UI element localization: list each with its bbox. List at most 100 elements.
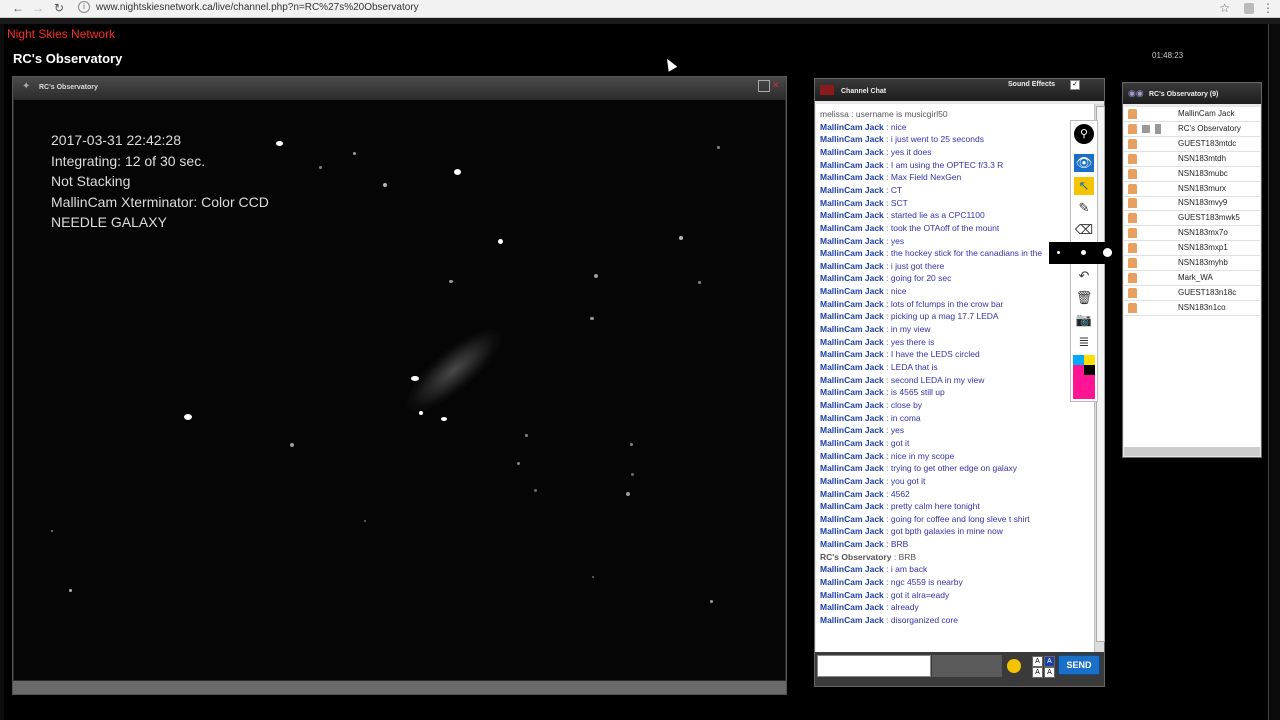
font-color-icon[interactable]: A — [1044, 656, 1055, 667]
user-list-item[interactable]: NSN183myhb — [1124, 256, 1260, 271]
popout-icon[interactable]: ✕ — [772, 80, 780, 90]
user-avatar-icon — [1128, 123, 1137, 134]
send-button[interactable]: SEND — [1058, 655, 1100, 675]
extension-icon[interactable] — [1244, 3, 1254, 14]
chat-username[interactable]: MallinCam Jack — [820, 134, 884, 144]
chat-username[interactable]: MallinCam Jack — [820, 299, 884, 309]
chat-username[interactable]: MallinCam Jack — [820, 577, 884, 587]
chat-username[interactable]: MallinCam Jack — [820, 147, 884, 157]
chat-username[interactable]: MallinCam Jack — [820, 248, 884, 258]
chat-username[interactable]: RC's Observatory — [820, 552, 891, 562]
eye-icon[interactable]: 👁 — [1074, 154, 1094, 172]
reload-icon[interactable]: ↻ — [51, 1, 67, 16]
chat-username[interactable]: MallinCam Jack — [820, 236, 884, 246]
user-list-item[interactable]: NSN183mvy9 — [1124, 196, 1260, 212]
current-color-swatch[interactable] — [1073, 375, 1095, 399]
chat-username[interactable]: MallinCam Jack — [820, 261, 884, 271]
chat-username[interactable]: MallinCam Jack — [820, 539, 884, 549]
chat-text: CT — [890, 184, 903, 195]
chat-username[interactable]: MallinCam Jack — [820, 400, 884, 410]
site-logo-text[interactable]: Night Skies Network — [7, 27, 115, 41]
brush-size-2[interactable] — [1081, 250, 1086, 255]
chat-username[interactable]: MallinCam Jack — [820, 476, 884, 486]
chat-username[interactable]: MallinCam Jack — [820, 602, 884, 612]
font-size-down-icon[interactable]: A — [1044, 667, 1055, 678]
chat-username[interactable]: MallinCam Jack — [820, 172, 884, 182]
font-size-up-icon[interactable]: A — [1032, 667, 1043, 678]
chat-username[interactable]: MallinCam Jack — [820, 451, 884, 461]
browser-menu-icon[interactable]: ⋮ — [1262, 1, 1274, 16]
chat-username[interactable]: MallinCam Jack — [820, 198, 884, 208]
chat-username[interactable]: MallinCam Jack — [820, 615, 884, 625]
page-scrollbar[interactable] — [1268, 24, 1280, 720]
color-swatch-magenta[interactable] — [1073, 365, 1084, 375]
video-stream[interactable]: 2017-03-31 22:42:28 Integrating: 12 of 3… — [14, 100, 785, 680]
address-bar[interactable]: i www.nightskiesnetwork.ca/live/channel.p… — [78, 1, 1228, 15]
chat-username[interactable]: MallinCam Jack — [820, 210, 884, 220]
chat-username[interactable]: melissa — [820, 109, 849, 119]
chat-input-bar: A A A A SEND — [815, 652, 1104, 686]
user-list-item[interactable]: NSN183mtdh — [1124, 152, 1260, 167]
chat-message: MallinCam Jack : is 4565 still up — [820, 386, 945, 398]
chat-username[interactable]: MallinCam Jack — [820, 223, 884, 233]
chat-username[interactable]: MallinCam Jack — [820, 501, 884, 511]
undo-icon[interactable]: ↶ — [1074, 267, 1094, 285]
user-list-item[interactable]: GUEST183mtdc — [1124, 137, 1260, 152]
info-icon[interactable]: i — [78, 1, 90, 14]
chat-username[interactable]: MallinCam Jack — [820, 122, 884, 132]
chat-username[interactable]: MallinCam Jack — [820, 375, 884, 385]
user-list-item[interactable]: NSN183mx7o — [1124, 226, 1260, 242]
chat-username[interactable]: MallinCam Jack — [820, 311, 884, 321]
user-list-item[interactable]: GUEST183n18c — [1124, 286, 1260, 301]
chat-username[interactable]: MallinCam Jack — [820, 324, 884, 334]
chat-username[interactable]: MallinCam Jack — [820, 273, 884, 283]
emoji-icon[interactable] — [1007, 659, 1021, 673]
trash-icon[interactable]: 🗑 — [1074, 289, 1094, 307]
chat-username[interactable]: MallinCam Jack — [820, 349, 884, 359]
chat-username[interactable]: MallinCam Jack — [820, 362, 884, 372]
sound-effects-checkbox[interactable]: ✓ — [1070, 80, 1080, 90]
chat-username[interactable]: MallinCam Jack — [820, 337, 884, 347]
user-list-item[interactable]: NSN183murx — [1124, 182, 1260, 197]
chat-username[interactable]: MallinCam Jack — [820, 413, 884, 423]
chat-message: MallinCam Jack : got it — [820, 437, 909, 449]
chat-username[interactable]: MallinCam Jack — [820, 286, 884, 296]
notes-icon[interactable]: ≣ — [1074, 333, 1094, 351]
user-list-item[interactable]: Mark_WA — [1124, 271, 1260, 286]
user-list-item[interactable]: MallinCam Jack — [1124, 107, 1260, 122]
pin-logo-icon[interactable]: ⚲ — [1074, 124, 1094, 144]
color-swatch-yellow[interactable] — [1084, 355, 1095, 365]
chat-username[interactable]: MallinCam Jack — [820, 387, 884, 397]
bookmark-star-icon[interactable]: ☆ — [1219, 1, 1230, 16]
user-list-item[interactable]: NSN183mxp1 — [1124, 241, 1260, 257]
chat-username[interactable]: MallinCam Jack — [820, 514, 884, 524]
brush-size-3[interactable] — [1103, 248, 1112, 257]
forward-icon[interactable]: → — [30, 1, 46, 16]
chat-username[interactable]: MallinCam Jack — [820, 185, 884, 195]
select-arrow-icon[interactable]: ↖ — [1074, 177, 1094, 195]
user-list-item[interactable]: RC's Observatory — [1124, 122, 1260, 137]
color-swatch-cyan[interactable] — [1073, 355, 1084, 365]
fullscreen-icon[interactable] — [758, 80, 770, 92]
chat-username[interactable]: MallinCam Jack — [820, 564, 884, 574]
chat-username[interactable]: MallinCam Jack — [820, 526, 884, 536]
chat-username[interactable]: MallinCam Jack — [820, 463, 884, 473]
pencil-icon[interactable]: ✎ — [1074, 199, 1094, 217]
chat-username[interactable]: MallinCam Jack — [820, 590, 884, 600]
chat-username[interactable]: MallinCam Jack — [820, 160, 884, 170]
chat-message-input[interactable] — [817, 655, 931, 677]
back-icon[interactable]: ← — [10, 1, 26, 16]
chat-username[interactable]: MallinCam Jack — [820, 425, 884, 435]
users-list: MallinCam Jack RC's Observatory GUEST183mt… — [1124, 107, 1260, 447]
font-format-icon[interactable]: A — [1032, 656, 1043, 667]
camera-icon[interactable]: 📷 — [1074, 311, 1094, 329]
user-list-item[interactable]: NSN183mubc — [1124, 167, 1260, 182]
brush-size-1[interactable] — [1057, 251, 1060, 254]
chat-username[interactable]: MallinCam Jack — [820, 438, 884, 448]
chat-username[interactable]: MallinCam Jack — [820, 489, 884, 499]
chat-message: MallinCam Jack : pretty calm here tonigh… — [820, 500, 980, 512]
eraser-icon[interactable]: ⌫ — [1074, 221, 1094, 239]
user-list-item[interactable]: GUEST183mwk5 — [1124, 211, 1260, 227]
color-swatch-black[interactable] — [1084, 365, 1095, 375]
user-list-item[interactable]: NSN183n1co — [1124, 301, 1260, 316]
